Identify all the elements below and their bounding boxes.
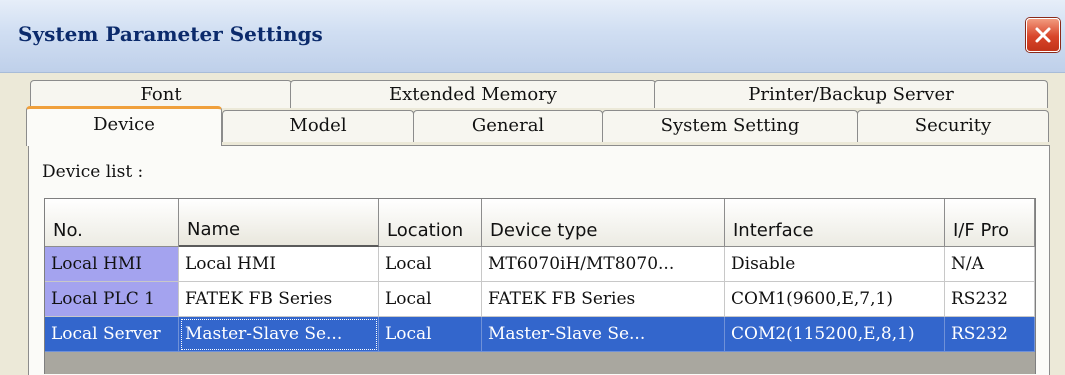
tab-label: Model xyxy=(289,115,347,136)
tab-general[interactable]: General xyxy=(413,110,603,142)
close-button[interactable] xyxy=(1026,18,1060,52)
cell-location[interactable]: Local xyxy=(379,282,482,317)
tab-device[interactable]: Device xyxy=(26,106,222,146)
close-icon xyxy=(1035,27,1051,43)
column-header-if-protocol[interactable]: I/F Pro xyxy=(945,199,1035,247)
cell-if-protocol[interactable]: RS232 xyxy=(945,282,1035,317)
tab-label: Extended Memory xyxy=(389,84,557,105)
tab-label: Printer/Backup Server xyxy=(748,84,954,105)
cell-device-type[interactable]: FATEK FB Series xyxy=(482,282,725,317)
cell-interface[interactable]: Disable xyxy=(725,247,945,282)
device-table[interactable]: No. Name Location Device type Interface … xyxy=(44,198,1036,374)
column-header-name[interactable]: Name xyxy=(179,199,379,247)
cell-if-protocol[interactable]: RS232 xyxy=(945,317,1035,352)
tab-label: Security xyxy=(914,115,992,136)
tab-label: System Setting xyxy=(660,115,800,136)
table-row[interactable]: Local HMI Local HMI Local MT6070iH/MT807… xyxy=(45,247,1035,282)
cell-no[interactable]: Local PLC 1 xyxy=(45,282,179,317)
device-list-label: Device list : xyxy=(42,162,144,182)
cell-no[interactable]: Local HMI xyxy=(45,247,179,282)
cell-name[interactable]: Local HMI xyxy=(179,247,379,282)
cell-location[interactable]: Local xyxy=(379,247,482,282)
cell-interface[interactable]: COM1(9600,E,7,1) xyxy=(725,282,945,317)
tab-font[interactable]: Font xyxy=(30,80,292,108)
table-row-selected[interactable]: Local Server Master-Slave Se... Local Ma… xyxy=(45,317,1035,352)
table-row[interactable]: Local PLC 1 FATEK FB Series Local FATEK … xyxy=(45,282,1035,317)
tab-system-setting[interactable]: System Setting xyxy=(602,110,858,142)
cell-if-protocol[interactable]: N/A xyxy=(945,247,1035,282)
table-header: No. Name Location Device type Interface … xyxy=(45,199,1035,247)
window-title: System Parameter Settings xyxy=(18,22,323,46)
tab-label: Device xyxy=(93,114,155,135)
cell-device-type[interactable]: Master-Slave Se... xyxy=(482,317,725,352)
tab-security[interactable]: Security xyxy=(857,110,1049,142)
tab-extended-memory[interactable]: Extended Memory xyxy=(290,80,656,108)
tab-label: Font xyxy=(140,84,182,105)
cell-location[interactable]: Local xyxy=(379,317,482,352)
tab-model[interactable]: Model xyxy=(222,110,414,142)
cell-name[interactable]: FATEK FB Series xyxy=(179,282,379,317)
column-header-interface[interactable]: Interface xyxy=(725,199,945,247)
tab-label: General xyxy=(471,115,545,136)
tab-printer-backup-server[interactable]: Printer/Backup Server xyxy=(654,80,1048,108)
column-header-device-type[interactable]: Device type xyxy=(482,199,725,247)
cell-device-type[interactable]: MT6070iH/MT8070... xyxy=(482,247,725,282)
cell-name[interactable]: Master-Slave Se... xyxy=(179,317,379,352)
cell-interface[interactable]: COM2(115200,E,8,1) xyxy=(725,317,945,352)
column-header-no[interactable]: No. xyxy=(45,199,179,247)
column-header-location[interactable]: Location xyxy=(379,199,482,247)
cell-no[interactable]: Local Server xyxy=(45,317,179,352)
title-bar[interactable]: System Parameter Settings xyxy=(0,0,1065,73)
